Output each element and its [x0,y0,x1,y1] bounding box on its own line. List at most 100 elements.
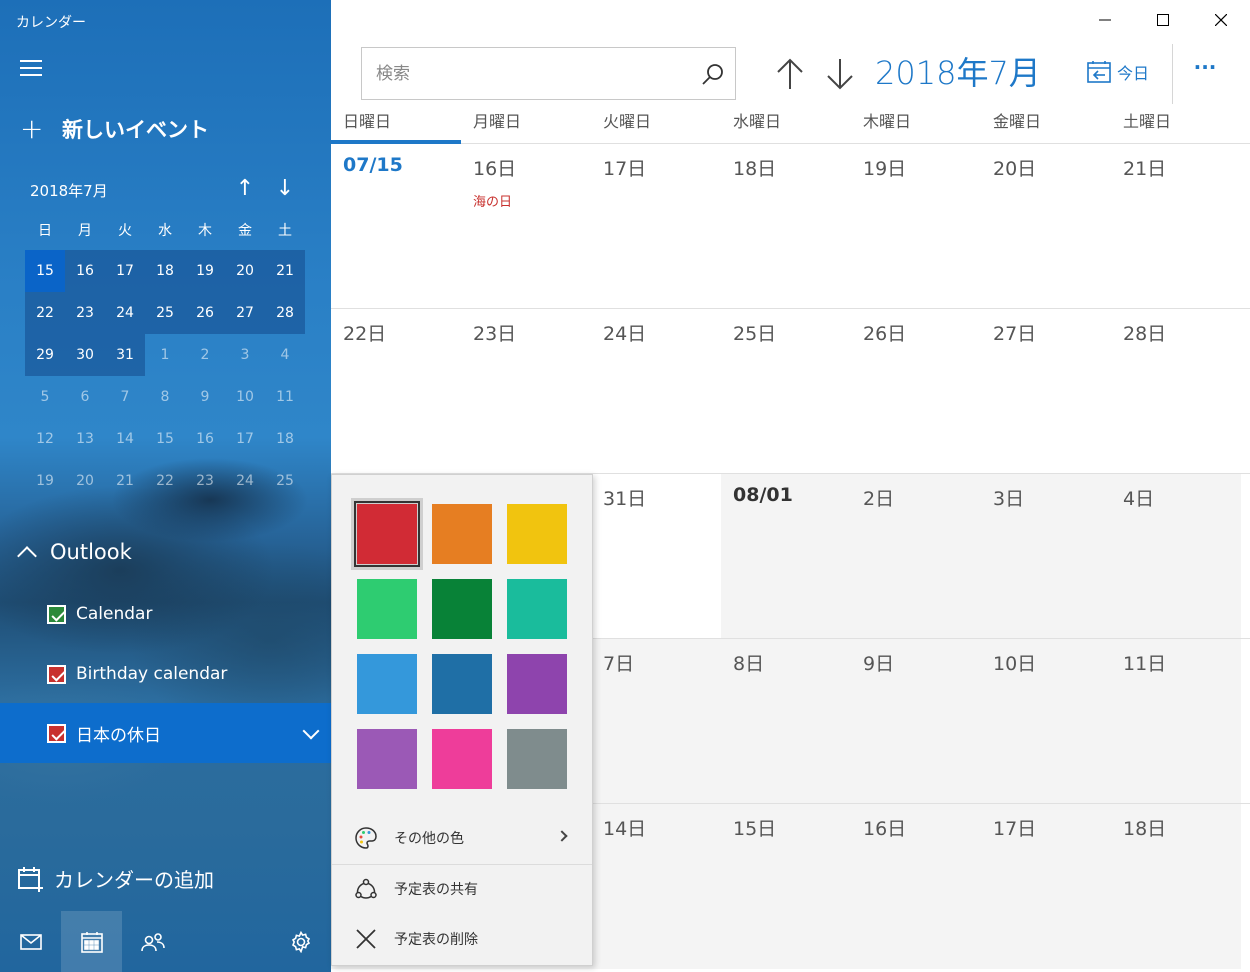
day-cell[interactable]: 11日 [1111,639,1241,803]
day-cell[interactable]: 19日 [851,144,981,308]
close-button[interactable] [1192,0,1250,40]
mini-day[interactable]: 16 [65,250,105,292]
mini-day[interactable]: 25 [145,292,185,334]
next-month-button[interactable] [823,55,857,93]
previous-month-button[interactable] [773,55,807,93]
mini-day[interactable]: 20 [65,460,105,502]
day-cell[interactable]: 21日 [1111,144,1241,308]
mini-day[interactable]: 15 [145,418,185,460]
color-swatch[interactable] [507,654,567,714]
mini-day[interactable]: 14 [105,418,145,460]
day-cell[interactable]: 28日 [1111,309,1241,473]
add-calendar-button[interactable]: カレンダーの追加 [18,864,214,893]
color-swatch[interactable] [432,504,492,564]
mini-day[interactable]: 20 [225,250,265,292]
color-swatch[interactable] [432,579,492,639]
day-cell[interactable]: 22日 [331,309,461,473]
day-cell[interactable]: 17日 [981,804,1111,969]
mini-day[interactable]: 6 [65,376,105,418]
day-cell[interactable]: 9日 [851,639,981,803]
mini-day[interactable]: 11 [265,376,305,418]
mini-day[interactable]: 26 [185,292,225,334]
calendar-item-calendar[interactable]: Calendar [0,584,331,644]
mini-day[interactable]: 30 [65,334,105,376]
mini-day[interactable]: 13 [65,418,105,460]
day-cell[interactable]: 14日 [591,804,721,969]
checkbox-checked-icon[interactable] [47,604,66,624]
mini-day[interactable]: 18 [265,418,305,460]
today-button[interactable]: 今日 [1087,60,1149,84]
search-box[interactable] [361,47,736,100]
outlook-account-toggle[interactable]: Outlook [17,540,132,566]
day-cell[interactable]: 10日 [981,639,1111,803]
day-cell[interactable]: 3日 [981,474,1111,638]
day-cell[interactable]: 24日 [591,309,721,473]
mini-calendar-month[interactable]: 2018年7月 [30,180,108,201]
mini-day[interactable]: 29 [25,334,65,376]
mini-day[interactable]: 21 [265,250,305,292]
search-input[interactable] [376,63,691,84]
mini-day[interactable]: 9 [185,376,225,418]
day-cell[interactable]: 16日 海の日 [461,144,591,308]
chevron-down-icon[interactable] [302,722,320,740]
mini-day-today[interactable]: 15 [25,250,65,292]
day-cell[interactable]: 4日 [1111,474,1241,638]
day-cell[interactable]: 18日 [721,144,851,308]
current-month-title[interactable]: 2018年7月 [875,48,1041,94]
day-cell[interactable]: 8日 [721,639,851,803]
people-button[interactable] [122,911,183,972]
color-swatch[interactable] [507,504,567,564]
day-cell[interactable]: 18日 [1111,804,1241,969]
mini-calendar-down-arrow-icon[interactable]: ↓ [274,176,296,202]
minimize-button[interactable] [1076,0,1134,40]
day-cell[interactable]: 26日 [851,309,981,473]
mini-day[interactable]: 16 [185,418,225,460]
mini-day[interactable]: 8 [145,376,185,418]
checkbox-checked-icon[interactable] [47,723,66,743]
mini-day[interactable]: 17 [105,250,145,292]
day-cell-today[interactable]: 07/15 [331,144,461,308]
calendar-app-button[interactable] [61,911,122,972]
mini-day[interactable]: 17 [225,418,265,460]
mini-day[interactable]: 21 [105,460,145,502]
mini-day[interactable]: 31 [105,334,145,376]
day-cell[interactable]: 15日 [721,804,851,969]
mini-day[interactable]: 2 [185,334,225,376]
day-cell[interactable]: 2日 [851,474,981,638]
delete-calendar-button[interactable]: 予定表の削除 [332,914,592,964]
mini-day[interactable]: 18 [145,250,185,292]
day-cell[interactable]: 16日 [851,804,981,969]
color-swatch[interactable] [357,654,417,714]
mini-day[interactable]: 19 [25,460,65,502]
more-colors-button[interactable]: その他の色 [332,813,592,863]
mini-day[interactable]: 23 [185,460,225,502]
mini-day[interactable]: 28 [265,292,305,334]
mini-day[interactable]: 22 [25,292,65,334]
day-cell[interactable]: 17日 [591,144,721,308]
mini-day[interactable]: 19 [185,250,225,292]
mini-day[interactable]: 27 [225,292,265,334]
color-swatch[interactable] [507,729,567,789]
mini-day[interactable]: 5 [25,376,65,418]
day-cell[interactable]: 25日 [721,309,851,473]
mini-day[interactable]: 7 [105,376,145,418]
day-cell[interactable]: 27日 [981,309,1111,473]
settings-button[interactable] [270,911,331,972]
day-cell[interactable]: 20日 [981,144,1111,308]
mini-day[interactable]: 10 [225,376,265,418]
mini-day[interactable]: 4 [265,334,305,376]
share-calendar-button[interactable]: 予定表の共有 [332,864,592,914]
mini-calendar-up-arrow-icon[interactable]: ↑ [234,176,256,202]
mini-day[interactable]: 3 [225,334,265,376]
color-swatch[interactable] [507,579,567,639]
mini-day[interactable]: 25 [265,460,305,502]
day-cell[interactable]: 23日 [461,309,591,473]
mini-day[interactable]: 22 [145,460,185,502]
color-swatch[interactable] [357,579,417,639]
day-cell[interactable]: 31日 [591,474,721,638]
mini-day[interactable]: 24 [225,460,265,502]
color-swatch-selected[interactable] [354,501,420,567]
mini-day[interactable]: 24 [105,292,145,334]
day-cell[interactable]: 08/01 [721,474,851,638]
more-options-icon[interactable]: ··· [1193,57,1217,84]
